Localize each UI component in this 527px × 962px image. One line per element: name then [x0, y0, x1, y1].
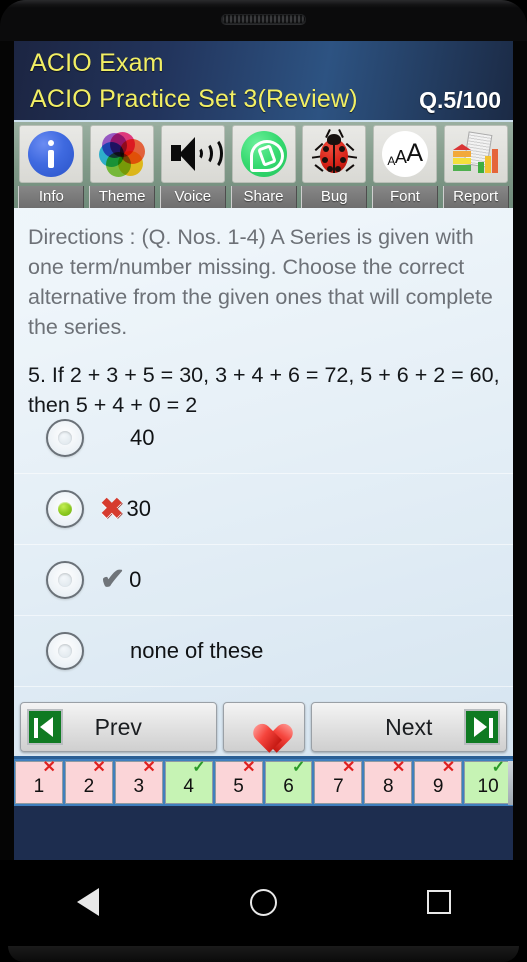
question-number: 6 — [283, 776, 294, 797]
question-number-strip[interactable]: ✕ 1 ✕ 2 ✕ 3 ✓ 4 ✕ 5 ✓ 6 ✕ 7 ✕ 8 ✕ 9 ✓ 10 — [14, 756, 513, 806]
toolbar-item-share[interactable]: Share — [229, 125, 298, 208]
ladybug-icon — [302, 125, 367, 183]
option-row-4[interactable]: none of these — [14, 616, 513, 687]
question-cell-4[interactable]: ✓ 4 — [164, 759, 213, 804]
color-palette-icon — [90, 125, 155, 183]
status-badge: ✕ — [42, 759, 56, 776]
options-list: 40 ✖ 30 ✔ 0 none of these — [14, 403, 513, 687]
question-cell-5[interactable]: ✕ 5 — [214, 759, 263, 804]
option-label-1: 40 — [130, 425, 155, 450]
option-label-4: none of these — [130, 638, 264, 663]
status-badge: ✓ — [491, 759, 506, 776]
app-header: ACIO Exam ACIO Practice Set 3(Review) Q.… — [14, 41, 513, 120]
exam-app-window: ACIO Exam ACIO Practice Set 3(Review) Q.… — [14, 41, 513, 860]
question-cell-6[interactable]: ✓ 6 — [264, 759, 313, 804]
toolbar-label-font: Font — [371, 186, 438, 208]
radio-button-4[interactable] — [46, 632, 84, 670]
toolbar-item-voice[interactable]: Voice — [158, 125, 227, 208]
question-cell-8[interactable]: ✕ 8 — [364, 759, 413, 804]
whatsapp-share-icon — [231, 125, 296, 183]
status-badge: ✕ — [142, 759, 156, 776]
app-toolbar: Info Theme Voice Share Bug A A A Font Re… — [14, 120, 513, 208]
toolbar-item-report[interactable]: Report — [441, 125, 510, 208]
correct-answer-icon: ✔ — [100, 563, 126, 596]
question-cell-1[interactable]: ✕ 1 — [15, 759, 63, 804]
favorite-button[interactable] — [222, 702, 305, 752]
question-strip-scrollbar[interactable] — [508, 761, 513, 805]
option-label-2: 30 — [126, 496, 151, 521]
option-row-3[interactable]: ✔ 0 — [14, 545, 513, 616]
question-cell-10[interactable]: ✓ 10 — [464, 759, 513, 804]
app-title: ACIO Exam — [30, 49, 164, 77]
option-row-1[interactable]: 40 — [14, 403, 513, 474]
prev-button[interactable]: Prev — [20, 702, 217, 752]
status-badge: ✓ — [292, 759, 306, 776]
toolbar-label-bug: Bug — [301, 186, 368, 208]
toolbar-label-info: Info — [18, 186, 85, 208]
question-number: 2 — [83, 776, 95, 797]
android-navigation-bar — [0, 860, 527, 962]
toolbar-label-share: Share — [230, 186, 297, 208]
report-chart-icon — [443, 125, 508, 183]
question-number: 1 — [33, 776, 45, 797]
question-number: 10 — [477, 776, 499, 797]
question-cell-9[interactable]: ✕ 9 — [414, 759, 463, 804]
directions-text: Directions : (Q. Nos. 1-4) A Series is g… — [28, 225, 493, 339]
practice-set-subtitle: ACIO Practice Set 3(Review) — [30, 85, 358, 113]
toolbar-item-font[interactable]: AAA Font — [371, 125, 440, 208]
speaker-icon — [160, 125, 225, 183]
home-icon — [249, 888, 277, 916]
toolbar-label-report: Report — [442, 186, 509, 208]
prev-button-label: Prev — [94, 713, 142, 740]
option-row-2[interactable]: ✖ 30 — [14, 474, 513, 545]
home-button[interactable] — [233, 880, 293, 924]
font-size-icon: AAA — [372, 125, 437, 183]
question-number: 7 — [333, 776, 344, 797]
status-badge: ✕ — [441, 759, 456, 776]
back-icon — [76, 888, 99, 916]
recents-icon — [427, 890, 452, 914]
option-content-2: ✖ 30 — [100, 495, 151, 523]
skip-to-start-icon — [27, 709, 63, 745]
status-badge: ✕ — [341, 759, 356, 776]
question-content-area: Directions : (Q. Nos. 1-4) A Series is g… — [14, 208, 513, 806]
skip-to-end-icon — [464, 709, 500, 745]
question-counter: Q.5/100 — [419, 87, 501, 113]
toolbar-item-bug[interactable]: Bug — [300, 125, 369, 208]
next-button-label: Next — [385, 713, 433, 740]
question-cell-2[interactable]: ✕ 2 — [64, 759, 113, 804]
wrong-answer-icon: ✖ — [100, 493, 124, 524]
toolbar-label-voice: Voice — [159, 186, 226, 208]
status-badge: ✕ — [242, 759, 256, 776]
question-number: 4 — [183, 776, 194, 797]
option-content-3: ✔ 0 — [100, 565, 141, 595]
back-button[interactable] — [58, 880, 118, 924]
question-cell-3[interactable]: ✕ 3 — [114, 759, 163, 804]
question-cell-7[interactable]: ✕ 7 — [314, 759, 363, 804]
option-label-3: 0 — [129, 567, 142, 592]
radio-button-3[interactable] — [46, 561, 84, 599]
radio-button-2[interactable] — [46, 490, 84, 528]
toolbar-item-info[interactable]: Info — [17, 125, 86, 208]
earpiece-speaker — [221, 14, 306, 24]
toolbar-label-theme: Theme — [89, 186, 156, 208]
phone-device-frame: ACIO Exam ACIO Practice Set 3(Review) Q.… — [0, 0, 527, 962]
info-icon — [19, 125, 84, 183]
phone-top-bezel — [0, 0, 527, 41]
phone-bottom-bezel — [8, 946, 519, 962]
status-badge: ✓ — [192, 759, 206, 776]
next-button[interactable]: Next — [310, 702, 507, 752]
question-number: 8 — [383, 776, 394, 797]
radio-button-1[interactable] — [46, 419, 84, 457]
navigation-button-bar: Prev Next — [14, 700, 513, 754]
question-number: 9 — [432, 776, 444, 797]
recents-button[interactable] — [409, 880, 469, 924]
status-badge: ✕ — [92, 759, 106, 776]
question-number: 3 — [133, 776, 145, 797]
status-badge: ✕ — [391, 759, 406, 776]
heart-icon — [247, 712, 281, 743]
question-text-block: Directions : (Q. Nos. 1-4) A Series is g… — [14, 208, 513, 420]
question-number: 5 — [233, 776, 244, 797]
toolbar-item-theme[interactable]: Theme — [88, 125, 157, 208]
